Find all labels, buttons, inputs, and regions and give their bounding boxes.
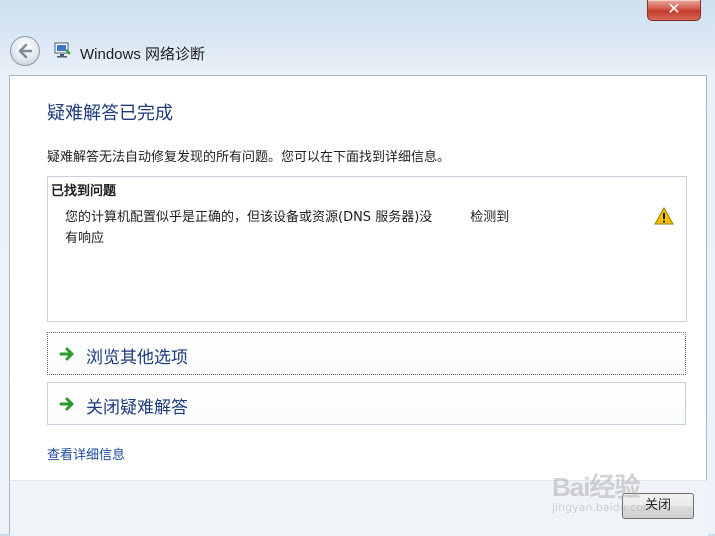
baidu-watermark: Bai经验 jingyan.baidu.com (552, 455, 702, 525)
close-troubleshooter-button[interactable]: 关闭疑难解答 (47, 382, 686, 425)
page-heading: 疑难解答已完成 (47, 103, 173, 124)
green-arrow-icon (59, 347, 74, 361)
watermark-logo-text: Bai经验 (552, 472, 640, 502)
problems-panel-title: 已找到问题 (51, 184, 117, 199)
browse-options-button[interactable]: 浏览其他选项 (47, 332, 686, 375)
problem-text-continued: 有响应 (65, 231, 105, 246)
page-description: 疑难解答无法自动修复发现的所有问题。您可以在下面找到详细信息。 (47, 150, 451, 165)
close-icon: ✕ (667, 0, 681, 18)
green-arrow-icon (59, 397, 74, 411)
browse-options-label: 浏览其他选项 (86, 348, 188, 368)
problem-text: 您的计算机配置似乎是正确的，但该设备或资源(DNS 服务器)没 (65, 210, 433, 225)
view-details-link[interactable]: 查看详细信息 (47, 444, 125, 463)
watermark-url: jingyan.baidu.com (552, 501, 654, 514)
back-button[interactable] (10, 36, 40, 66)
window-title: Windows 网络诊断 (80, 46, 206, 63)
close-troubleshooter-label: 关闭疑难解答 (86, 398, 188, 418)
window-close-button[interactable]: ✕ (647, 0, 701, 21)
problem-status: 检测到 (470, 210, 510, 225)
warning-icon (654, 207, 674, 225)
network-diagnostics-icon (54, 42, 71, 58)
problem-item: 您的计算机配置似乎是正确的，但该设备或资源(DNS 服务器)没 检测到 有响应 (65, 207, 625, 249)
problems-panel: 已找到问题 您的计算机配置似乎是正确的，但该设备或资源(DNS 服务器)没 检测到… (47, 176, 687, 322)
window-frame: ✕ Windows 网络诊断 疑难解答已完成 疑难解答无法自动修复发现的所有问题… (0, 0, 715, 536)
back-arrow-icon (18, 43, 33, 59)
